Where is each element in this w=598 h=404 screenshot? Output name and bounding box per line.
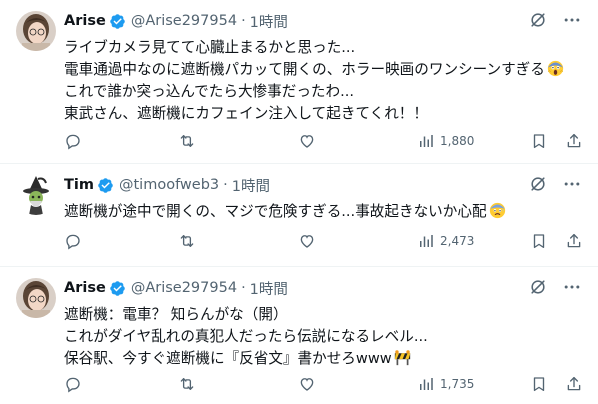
grok-icon[interactable] xyxy=(528,174,548,194)
more-options-icon[interactable] xyxy=(562,10,582,30)
views-button[interactable]: 2,473 xyxy=(417,231,474,251)
heart-icon xyxy=(300,135,314,148)
scream-emoji-icon xyxy=(547,60,564,77)
retweet-icon xyxy=(180,135,194,147)
like-button[interactable] xyxy=(298,131,316,151)
anxious-emoji-icon xyxy=(489,202,505,219)
view-count: 1,880 xyxy=(440,134,475,148)
avatar[interactable] xyxy=(16,11,56,51)
retweet-button[interactable] xyxy=(178,231,196,251)
tweet-text: ライブカメラ見てて心臓止まるかと思った... 電車通過中なのに遮断機パカッて開く… xyxy=(64,37,584,125)
tweet-line: 遮断機が途中で開くの、マジで危険すぎる...事故起きないか心配 xyxy=(64,201,584,223)
reply-button[interactable] xyxy=(64,131,82,151)
share-button[interactable] xyxy=(565,374,583,394)
tweet-actions: 1,880 xyxy=(64,131,584,151)
reply-button[interactable] xyxy=(64,231,82,251)
like-button[interactable] xyxy=(298,231,316,251)
tweet-header-actions xyxy=(528,174,582,194)
avatar[interactable] xyxy=(16,278,56,318)
separator-dot: · xyxy=(223,177,228,193)
tweet[interactable]: Arise @Arise297954 · 1時間 ライブカメラ見てて心臓止まるか… xyxy=(0,0,598,164)
verified-badge-icon xyxy=(110,280,125,296)
reply-button[interactable] xyxy=(64,374,82,394)
retweet-icon xyxy=(180,378,194,390)
heart-icon xyxy=(300,235,314,248)
construction-emoji-icon xyxy=(394,350,410,366)
views-button[interactable]: 1,735 xyxy=(417,374,474,394)
views-chart-icon xyxy=(420,235,433,247)
tweet-header-actions xyxy=(528,277,582,297)
share-button[interactable] xyxy=(565,231,583,251)
separator-dot: · xyxy=(241,280,246,296)
tweet[interactable]: Arise @Arise297954 · 1時間 遮断機：電車？ 知らんがな（開… xyxy=(0,267,598,404)
views-chart-icon xyxy=(420,135,433,147)
tweet-line: これがダイヤ乱れの真犯人だったら伝説になるレベル... xyxy=(64,328,428,345)
tweet-header: Tim @timoofweb3 · 1時間 xyxy=(64,175,270,195)
like-button[interactable] xyxy=(298,374,316,394)
tweet-text: 遮断機：電車？ 知らんがな（開） これがダイヤ乱れの真犯人だったら伝説になるレベ… xyxy=(64,304,584,370)
tweet-line: 遮断機：電車？ 知らんがな（開） xyxy=(64,306,288,323)
view-count: 2,473 xyxy=(440,234,475,248)
bookmark-button[interactable] xyxy=(530,374,548,394)
tweet-line: ライブカメラ見てて心臓止まるかと思った... xyxy=(64,39,356,56)
tweet-line: 保谷駅、今すぐ遮断機に『反省文』書かせろwww xyxy=(64,348,584,370)
bookmark-button[interactable] xyxy=(530,131,548,151)
share-icon xyxy=(567,233,581,248)
tweet[interactable]: Tim @timoofweb3 · 1時間 遮断機が途中で開くの、マジで危険すぎ… xyxy=(0,164,598,267)
author-handle[interactable]: @Arise297954 xyxy=(131,13,237,29)
tweet-text: 遮断機が途中で開くの、マジで危険すぎる...事故起きないか心配 xyxy=(64,201,584,223)
retweet-button[interactable] xyxy=(178,131,196,151)
more-options-icon[interactable] xyxy=(562,174,582,194)
grok-icon[interactable] xyxy=(528,10,548,30)
more-options-icon[interactable] xyxy=(562,277,582,297)
tweet-line: これで誰か突っ込んでたら大惨事だったわ... xyxy=(64,83,355,100)
author-handle[interactable]: @timoofweb3 xyxy=(119,177,219,193)
share-button[interactable] xyxy=(565,131,583,151)
bookmark-icon xyxy=(533,377,545,392)
reply-icon xyxy=(66,134,80,150)
separator-dot: · xyxy=(241,13,246,29)
bookmark-icon xyxy=(533,134,545,149)
reply-icon xyxy=(66,377,80,393)
bookmark-icon xyxy=(533,234,545,249)
tweet-line: 電車通過中なのに遮断機パカッて開くの、ホラー映画のワンシーンすぎる xyxy=(64,59,584,81)
retweet-icon xyxy=(180,235,194,247)
verified-badge-icon xyxy=(98,177,113,193)
author-name[interactable]: Arise xyxy=(64,13,106,29)
tweet-header-actions xyxy=(528,10,582,30)
author-handle[interactable]: @Arise297954 xyxy=(131,280,237,296)
heart-icon xyxy=(300,378,314,391)
retweet-button[interactable] xyxy=(178,374,196,394)
tweet-time[interactable]: 1時間 xyxy=(232,175,270,196)
tweet-actions: 2,473 xyxy=(64,231,584,251)
grok-icon[interactable] xyxy=(528,277,548,297)
tweet-time[interactable]: 1時間 xyxy=(250,278,288,299)
author-name[interactable]: Arise xyxy=(64,280,106,296)
avatar[interactable] xyxy=(16,175,56,215)
bookmark-button[interactable] xyxy=(530,231,548,251)
share-icon xyxy=(567,133,581,148)
share-icon xyxy=(567,376,581,391)
tweet-time[interactable]: 1時間 xyxy=(250,11,288,32)
tweet-line: 東武さん、遮断機にカフェイン注入して起きてくれ！！ xyxy=(64,105,428,122)
tweet-header: Arise @Arise297954 · 1時間 xyxy=(64,278,288,298)
tweet-actions: 1,735 xyxy=(64,374,584,394)
verified-badge-icon xyxy=(110,13,125,29)
views-button[interactable]: 1,880 xyxy=(417,131,474,151)
reply-icon xyxy=(66,234,80,250)
tweet-header: Arise @Arise297954 · 1時間 xyxy=(64,11,288,31)
view-count: 1,735 xyxy=(440,377,475,391)
author-name[interactable]: Tim xyxy=(64,177,94,193)
views-chart-icon xyxy=(420,378,433,390)
